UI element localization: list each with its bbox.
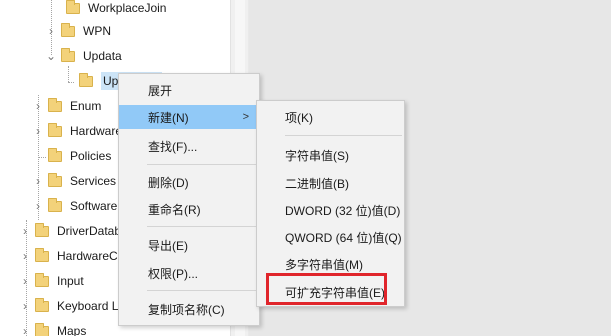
folder-icon xyxy=(79,72,93,87)
menu-item-expand[interactable]: 展开 xyxy=(119,78,259,102)
tree-item-label: Software xyxy=(70,199,118,213)
tree-item-maps[interactable]: › Maps xyxy=(19,320,86,336)
folder-icon xyxy=(48,122,62,137)
menu-item-label: 权限(P)... xyxy=(148,266,198,281)
chevron-right-icon[interactable]: › xyxy=(19,270,31,292)
folder-icon xyxy=(35,247,49,262)
folder-icon xyxy=(48,197,62,212)
chevron-right-icon[interactable]: › xyxy=(19,220,31,242)
tree-item-label: Updata xyxy=(83,49,122,63)
tree-item-updata-parent[interactable]: ⌄ Updata xyxy=(45,45,122,67)
tree-item-label: WPN xyxy=(83,24,111,38)
tree-item-label: Services xyxy=(70,174,117,188)
menu-item-label: QWORD (64 位)值(Q) xyxy=(285,230,402,245)
tree-item-input[interactable]: › Input xyxy=(19,270,84,292)
tree-item-policies[interactable]: › Policies xyxy=(32,145,111,167)
menu-item-delete[interactable]: 删除(D) xyxy=(119,170,259,194)
menu-item-label: 新建(N) xyxy=(148,110,189,125)
menu-item-permissions[interactable]: 权限(P)... xyxy=(119,261,259,285)
tree-item-wpn[interactable]: › WPN xyxy=(45,20,111,42)
tree-item-label: Input xyxy=(57,274,84,288)
chevron-right-icon[interactable]: › xyxy=(32,95,44,117)
context-menu: 展开 新建(N) > 查找(F)... 删除(D) 重命名(R) 导出(E) 权… xyxy=(118,73,260,326)
chevron-right-icon[interactable]: › xyxy=(32,170,44,192)
folder-icon xyxy=(66,0,80,14)
submenu-item-string-value[interactable]: 字符串值(S) xyxy=(257,143,404,167)
chevron-right-icon: > xyxy=(242,111,249,123)
menu-separator xyxy=(147,290,257,291)
tree-item-software[interactable]: › Software xyxy=(32,195,117,217)
submenu-item-key[interactable]: 项(K) xyxy=(257,105,404,129)
folder-icon xyxy=(35,222,49,237)
menu-item-new[interactable]: 新建(N) > xyxy=(119,105,259,129)
expander-placeholder: › xyxy=(63,70,75,92)
tree-item-services[interactable]: › Services xyxy=(32,170,116,192)
menu-item-find[interactable]: 查找(F)... xyxy=(119,134,259,158)
menu-item-copy-key-name[interactable]: 复制项名称(C) xyxy=(119,297,259,321)
chevron-right-icon[interactable]: › xyxy=(19,295,31,317)
tree-item-label: Policies xyxy=(70,149,112,163)
tree-item-label: Hardware xyxy=(70,124,123,138)
chevron-right-icon[interactable]: › xyxy=(45,20,57,42)
submenu-item-dword-value[interactable]: DWORD (32 位)值(D) xyxy=(257,198,404,222)
menu-item-rename[interactable]: 重命名(R) xyxy=(119,197,259,221)
tree-item-workplacejoin[interactable]: › WorkplaceJoin xyxy=(50,0,166,19)
folder-icon xyxy=(61,22,75,37)
folder-icon xyxy=(35,297,49,312)
menu-item-label: 多字符串值(M) xyxy=(285,257,363,272)
folder-icon xyxy=(48,172,62,187)
annotation-highlight-box xyxy=(266,273,387,305)
menu-separator xyxy=(147,164,257,165)
expander-placeholder: › xyxy=(50,0,62,19)
chevron-right-icon[interactable]: › xyxy=(32,120,44,142)
menu-item-label: 导出(E) xyxy=(148,238,188,253)
menu-item-label: 查找(F)... xyxy=(148,139,198,154)
menu-item-label: 重命名(R) xyxy=(148,202,201,217)
folder-icon xyxy=(35,322,49,336)
menu-separator xyxy=(147,226,257,227)
chevron-right-icon[interactable]: › xyxy=(32,195,44,217)
menu-separator xyxy=(285,135,402,136)
menu-item-label: DWORD (32 位)值(D) xyxy=(285,203,401,218)
tree-item-label: Enum xyxy=(70,99,102,113)
menu-item-label: 展开 xyxy=(148,83,173,98)
folder-icon xyxy=(61,47,75,62)
tree-item-label: WorkplaceJoin xyxy=(88,1,167,15)
folder-icon xyxy=(35,272,49,287)
menu-item-label: 二进制值(B) xyxy=(285,176,349,191)
chevron-right-icon[interactable]: › xyxy=(19,245,31,267)
menu-item-label: 删除(D) xyxy=(148,175,189,190)
menu-item-label: 项(K) xyxy=(285,110,313,125)
folder-icon xyxy=(48,147,62,162)
menu-item-label: 复制项名称(C) xyxy=(148,302,225,317)
folder-icon xyxy=(48,97,62,112)
chevron-right-icon[interactable]: › xyxy=(19,320,31,336)
menu-item-export[interactable]: 导出(E) xyxy=(119,233,259,257)
submenu-item-qword-value[interactable]: QWORD (64 位)值(Q) xyxy=(257,225,404,249)
expander-placeholder: › xyxy=(32,145,44,167)
submenu-item-binary-value[interactable]: 二进制值(B) xyxy=(257,171,404,195)
tree-item-enum[interactable]: › Enum xyxy=(32,95,101,117)
tree-item-label: Maps xyxy=(57,324,87,336)
tree-item-hardware[interactable]: › Hardware xyxy=(32,120,122,142)
chevron-down-icon[interactable]: ⌄ xyxy=(45,45,57,67)
menu-item-label: 字符串值(S) xyxy=(285,148,349,163)
